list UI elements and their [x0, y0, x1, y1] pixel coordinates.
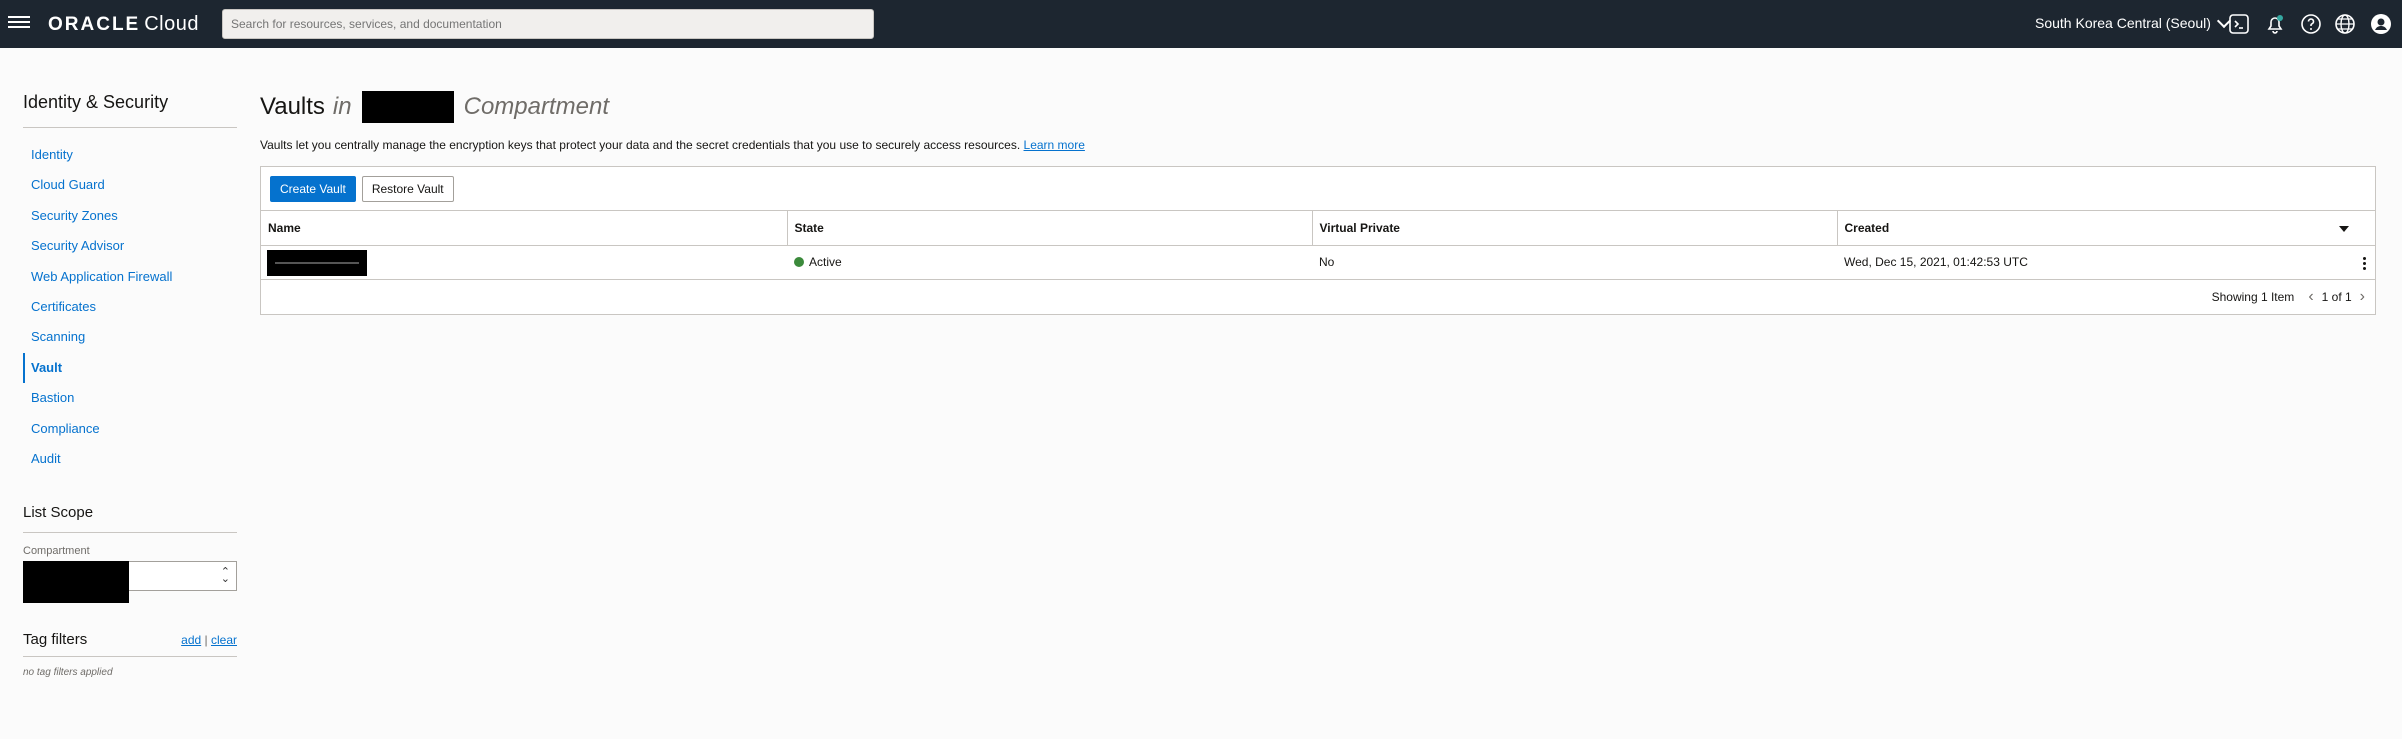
sidebar-item-identity[interactable]: Identity: [23, 140, 237, 170]
sidebar-item-compliance[interactable]: Compliance: [23, 414, 237, 444]
redacted-vault-name[interactable]: [267, 249, 367, 276]
pager-controls: ‹ 1 of 1 ›: [2308, 288, 2365, 306]
logo-brand: ORACLE: [48, 14, 141, 35]
page-description: Vaults let you centrally manage the encr…: [260, 138, 2376, 152]
tag-filters-title: Tag filters: [23, 631, 88, 649]
table-pager: Showing 1 Item ‹ 1 of 1 ›: [261, 280, 2375, 314]
sidebar-item-scanning[interactable]: Scanning: [23, 322, 237, 352]
pager-showing: Showing 1 Item: [2211, 289, 2295, 304]
page-title: Vaults in Compartment: [260, 90, 2376, 124]
compartment-label: Compartment: [23, 545, 90, 558]
sidebar-item-cloud-guard[interactable]: Cloud Guard: [23, 170, 237, 200]
redacted-compartment-value: [23, 561, 129, 604]
pager-page: 1 of 1: [2321, 289, 2352, 304]
sidebar-item-security-advisor[interactable]: Security Advisor: [23, 231, 237, 261]
compartment-select[interactable]: ⌃ ⌄: [23, 561, 237, 604]
profile-icon[interactable]: [2370, 13, 2392, 35]
row-actions-kebab-icon[interactable]: [2363, 256, 2367, 272]
logo-product: Cloud: [144, 13, 199, 35]
oracle-cloud-logo[interactable]: ORACLE Cloud: [48, 13, 199, 36]
cell-state: Active: [787, 245, 1312, 280]
column-header-created[interactable]: Created: [1837, 211, 2375, 246]
sidebar-item-security-zones[interactable]: Security Zones: [23, 201, 237, 231]
redacted-compartment-name: [361, 91, 454, 123]
learn-more-link[interactable]: Learn more: [1024, 138, 1085, 152]
region-selector[interactable]: South Korea Central (Seoul): [2035, 13, 2231, 31]
sidebar-item-audit[interactable]: Audit: [23, 444, 237, 474]
hamburger-menu-icon[interactable]: [8, 13, 30, 33]
language-icon[interactable]: [2334, 13, 2356, 35]
cell-created: Wed, Dec 15, 2021, 01:42:53 UTC: [1837, 245, 2375, 280]
page-title-compartment: Compartment: [463, 93, 609, 120]
page-title-text: Vaults: [260, 93, 325, 120]
next-page-icon[interactable]: ›: [2360, 288, 2365, 306]
main-content: Vaults in Compartment Vaults let you cen…: [260, 90, 2376, 315]
column-header-virtual-private[interactable]: Virtual Private: [1312, 211, 1838, 246]
status-active-icon: [794, 257, 804, 267]
vaults-table-panel: Create Vault Restore Vault Name State Vi…: [260, 166, 2376, 315]
restore-vault-button[interactable]: Restore Vault: [361, 175, 454, 202]
tag-filters-empty-text: no tag filters applied: [23, 667, 113, 679]
cell-virtual-private: No: [1312, 245, 1837, 280]
sidebar-title: Identity & Security: [23, 92, 237, 128]
page-title-in: in: [332, 93, 352, 120]
help-icon[interactable]: [2300, 13, 2322, 35]
state-value: Active: [809, 255, 842, 269]
sidebar-item-web-application-firewall[interactable]: Web Application Firewall: [23, 262, 237, 292]
sidebar-item-certificates[interactable]: Certificates: [23, 292, 237, 322]
table-toolbar: Create Vault Restore Vault: [261, 167, 2375, 211]
top-bar: ORACLECloud South Korea Central (Seoul): [0, 0, 2402, 48]
sidebar-item-vault[interactable]: Vault: [23, 352, 237, 384]
cell-name[interactable]: [261, 245, 787, 280]
vaults-table: Name State Virtual Private Created Activ…: [261, 211, 2375, 280]
sort-caret-icon[interactable]: [2339, 226, 2349, 232]
tag-filters-separator: |: [204, 633, 208, 648]
sidebar: Identity & Security Identity Cloud Guard…: [23, 92, 237, 678]
sidebar-nav-list: Identity Cloud Guard Security Zones Secu…: [23, 140, 237, 474]
select-updown-icon: ⌃ ⌄: [220, 566, 230, 586]
column-header-name[interactable]: Name: [261, 211, 788, 246]
tag-filters-add-link[interactable]: add: [181, 633, 201, 647]
column-header-state[interactable]: State: [787, 211, 1313, 246]
table-header-row: Name State Virtual Private Created: [261, 211, 2375, 246]
region-label: South Korea Central (Seoul): [2035, 15, 2211, 31]
create-vault-button[interactable]: Create Vault: [270, 175, 356, 202]
description-text: Vaults let you centrally manage the encr…: [260, 138, 1021, 152]
column-header-created-label: Created: [1844, 220, 1890, 235]
tag-filters-clear-link[interactable]: clear: [211, 633, 237, 647]
search-input[interactable]: [222, 9, 874, 39]
notifications-icon[interactable]: [2264, 13, 2286, 35]
previous-page-icon[interactable]: ‹: [2308, 288, 2313, 306]
tag-filters-links: add | clear: [181, 633, 237, 647]
created-value: Wed, Dec 15, 2021, 01:42:53 UTC: [1844, 255, 2028, 269]
table-row: Active No Wed, Dec 15, 2021, 01:42:53 UT…: [261, 245, 2375, 280]
sidebar-item-bastion[interactable]: Bastion: [23, 383, 237, 413]
list-scope-title: List Scope: [23, 504, 237, 534]
cloud-shell-icon[interactable]: [2228, 13, 2250, 35]
tag-filters-header: Tag filters add | clear: [23, 631, 237, 658]
